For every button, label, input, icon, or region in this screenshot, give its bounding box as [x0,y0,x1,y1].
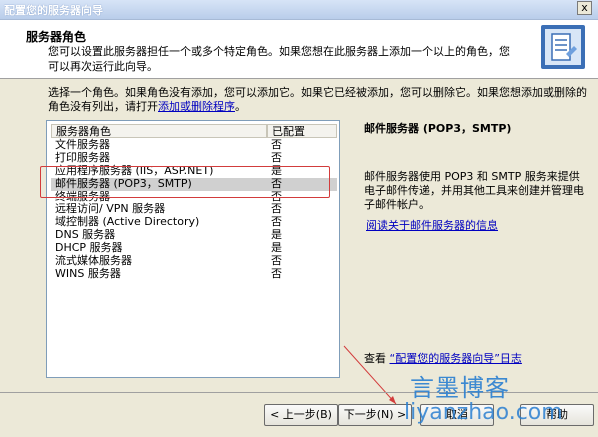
list-header: 服务器角色 已配置 [51,124,337,139]
page-title: 服务器角色 [26,30,87,44]
wizard-header: 服务器角色 您可以设置此服务器担任一个或多个特定角色。如果您想在此服务器上添加一… [0,20,598,79]
role-configured: 否 [271,138,282,151]
add-remove-programs-link[interactable]: 添加或删除程序 [158,100,235,113]
role-configured: 否 [271,254,282,268]
log-line: 查看 “配置您的服务器向导”日志 [364,352,522,365]
column-header-configured[interactable]: 已配置 [267,124,337,138]
next-button[interactable]: 下一步(N) > [338,404,412,426]
server-role-list[interactable]: 服务器角色 已配置 文件服务器否打印服务器否应用程序服务器 (IIS，ASP.N… [46,120,340,378]
role-name: 流式媒体服务器 [55,254,132,268]
read-mail-server-link[interactable]: 阅读关于邮件服务器的信息 [366,217,498,233]
role-name: WINS 服务器 [55,266,121,280]
view-log-link[interactable]: “配置您的服务器向导”日志 [390,352,522,365]
role-row[interactable]: 打印服务器 否 [51,150,337,165]
server-wizard-icon [541,25,585,69]
watermark-url: liyanzhao.com [404,400,563,425]
role-name: 文件服务器 [55,138,110,151]
intro-text: 选择一个角色。如果角色没有添加，您可以添加它。如果它已经被添加，您可以删除它。如… [48,86,587,113]
role-row[interactable]: 文件服务器 否 [51,138,337,152]
close-button[interactable]: x [577,1,592,15]
list-rows: 文件服务器否打印服务器否应用程序服务器 (IIS，ASP.NET) 是邮件服务器 … [51,138,337,281]
column-header-role[interactable]: 服务器角色 [51,124,267,138]
role-row[interactable]: 流式媒体服务器 否 [51,254,337,268]
page-description: 您可以设置此服务器担任一个或多个特定角色。如果您想在此服务器上添加一个以上的角色… [48,45,510,73]
annotation-highlight-box [40,166,330,198]
back-button[interactable]: < 上一步(B) [264,404,338,426]
window-title: 配置您的服务器向导 [4,4,103,17]
title-bar: 配置您的服务器向导 x [0,0,598,20]
role-configured: 否 [271,266,282,280]
role-details: 邮件服务器 (POP3，SMTP) 邮件服务器使用 POP3 和 SMTP 服务… [364,120,584,232]
role-name: 打印服务器 [55,150,110,164]
watermark-title: 言墨博客 [410,374,510,402]
details-description: 邮件服务器使用 POP3 和 SMTP 服务来提供电子邮件传递，并用其他工具来创… [364,170,584,211]
role-row[interactable]: WINS 服务器 否 [51,266,337,281]
role-configured: 否 [271,150,282,164]
details-title: 邮件服务器 (POP3，SMTP) [364,122,512,135]
